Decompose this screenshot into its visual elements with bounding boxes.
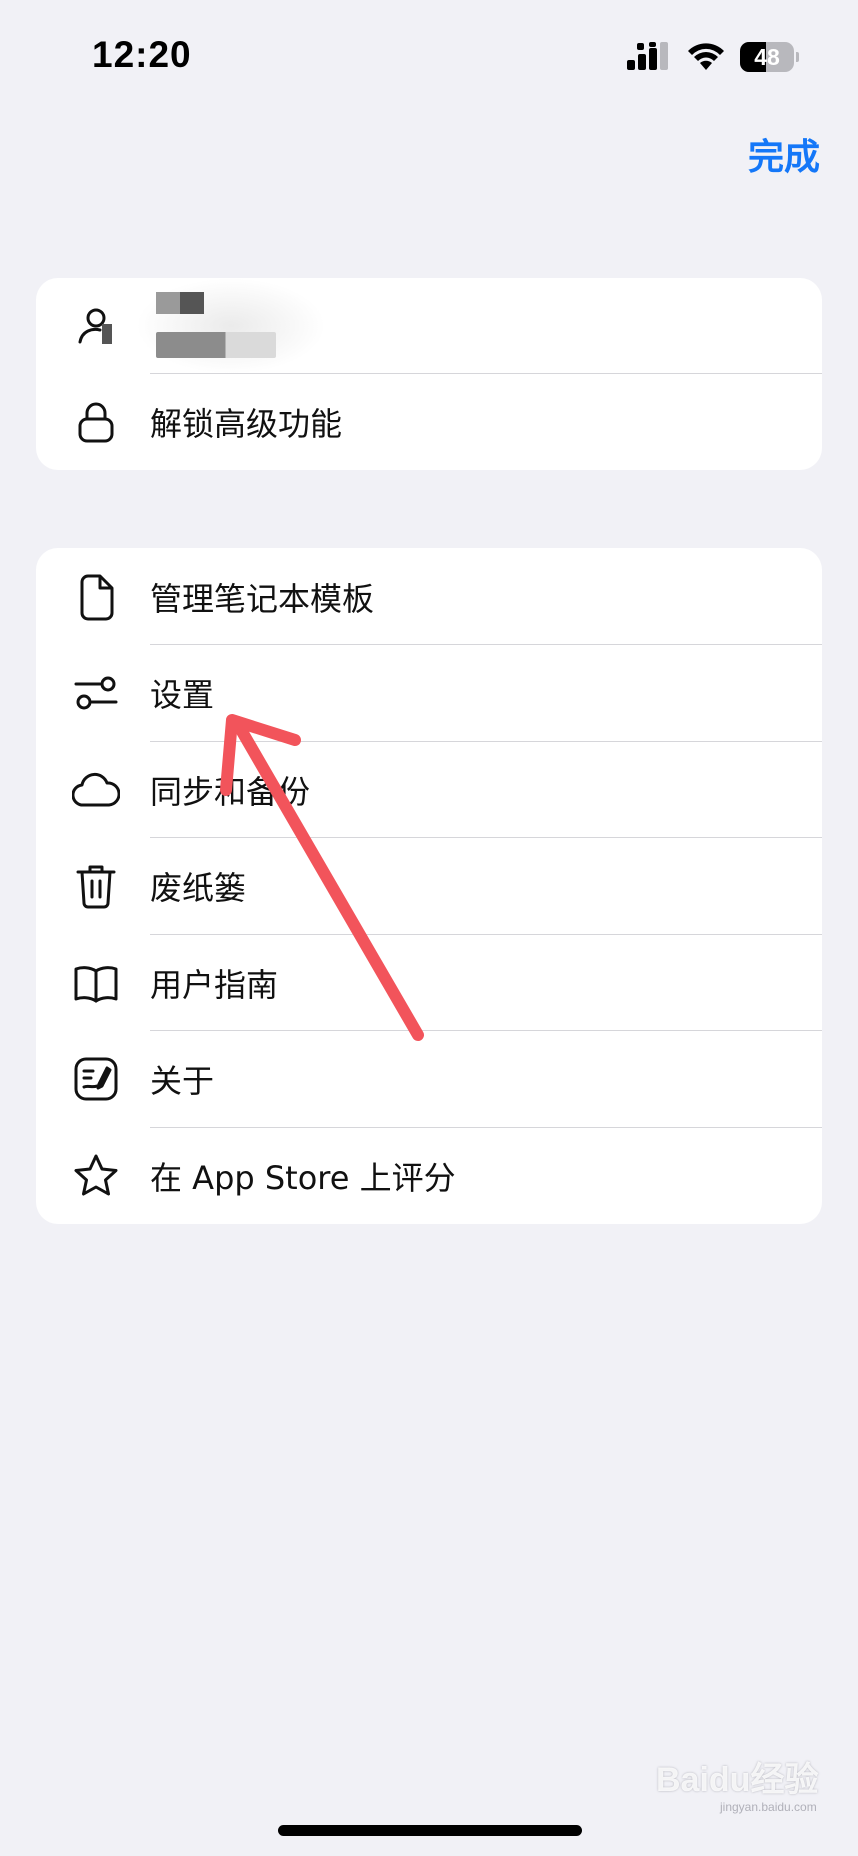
unlock-premium-row[interactable]: 解锁高级功能 xyxy=(36,374,822,470)
menu-item-label: 用户指南 xyxy=(150,965,279,1004)
battery-indicator: 48 xyxy=(740,42,799,72)
sliders-icon xyxy=(72,669,120,717)
menu-item-sync-backup[interactable]: 同步和备份 xyxy=(36,742,822,838)
watermark-url: jingyan.baidu.com xyxy=(720,1800,817,1814)
menu-item-label: 在 App Store 上评分 xyxy=(150,1158,456,1197)
account-name-redacted xyxy=(156,292,204,314)
menu-item-trash[interactable]: 废纸篓 xyxy=(36,838,822,935)
account-subtitle-redacted xyxy=(156,332,276,358)
home-indicator[interactable] xyxy=(278,1825,582,1836)
menu-item-rate-app[interactable]: 在 App Store 上评分 xyxy=(36,1128,822,1225)
status-bar: 12:20 48 xyxy=(0,0,858,110)
book-icon xyxy=(72,959,120,1007)
menu-item-label: 管理笔记本模板 xyxy=(150,579,375,618)
document-icon xyxy=(72,573,120,621)
account-card: 解锁高级功能 xyxy=(36,278,822,470)
cloud-icon xyxy=(72,766,120,814)
person-icon xyxy=(72,302,120,350)
watermark-logo: Baidu经验 xyxy=(656,1761,819,1799)
menu-item-manage-templates[interactable]: 管理笔记本模板 xyxy=(36,548,822,645)
menu-item-label: 设置 xyxy=(150,676,215,715)
lock-icon xyxy=(72,398,120,446)
app-logo-icon xyxy=(72,1055,120,1103)
menu-item-label: 废纸篓 xyxy=(150,869,247,908)
unlock-premium-label: 解锁高级功能 xyxy=(150,405,343,444)
done-button[interactable]: 完成 xyxy=(748,128,820,180)
battery-level: 48 xyxy=(754,44,780,70)
menu-item-user-guide[interactable]: 用户指南 xyxy=(36,935,822,1031)
menu-item-label: 同步和备份 xyxy=(150,772,311,811)
star-icon xyxy=(72,1152,120,1200)
trash-icon xyxy=(72,862,120,910)
cellular-signal-icon xyxy=(627,42,668,70)
menu-item-about[interactable]: 关于 xyxy=(36,1031,822,1128)
account-row[interactable] xyxy=(36,278,822,374)
menu-item-settings[interactable]: 设置 xyxy=(36,645,822,742)
menu-item-label: 关于 xyxy=(150,1062,215,1101)
status-time: 12:20 xyxy=(92,34,192,75)
wifi-icon xyxy=(688,43,724,70)
menu-card: 管理笔记本模板 设置 同步和备份 废纸篓 用户指南 关于 在 App Store… xyxy=(36,548,822,1224)
